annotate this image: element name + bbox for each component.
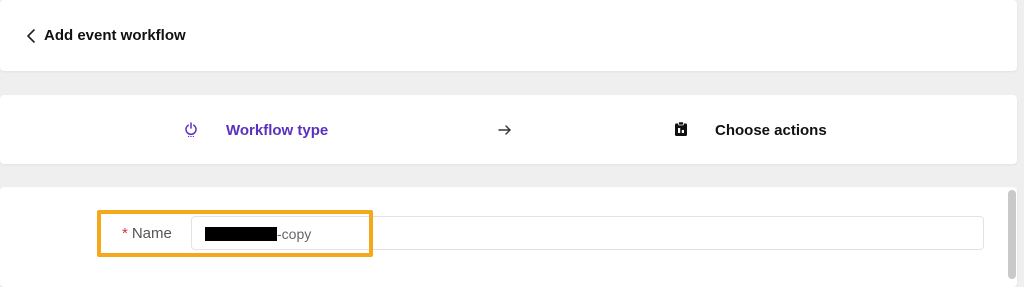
required-marker: * bbox=[122, 225, 128, 242]
clipboard-icon bbox=[673, 120, 689, 138]
name-label-text: Name bbox=[131, 225, 172, 242]
name-field-label: * Name bbox=[122, 225, 172, 243]
redacted-value bbox=[205, 227, 277, 241]
step-workflow-type[interactable]: Workflow type bbox=[226, 121, 328, 141]
back-button[interactable] bbox=[22, 25, 40, 47]
name-value-suffix: -copy bbox=[277, 226, 312, 242]
chevron-left-icon bbox=[27, 29, 35, 43]
step-choose-actions[interactable]: Choose actions bbox=[715, 121, 827, 141]
workflow-steps: Workflow type Choose actions bbox=[0, 95, 1017, 164]
page-title: Add event workflow bbox=[44, 27, 186, 44]
header-bar: Add event workflow bbox=[0, 0, 1017, 71]
scrollbar[interactable] bbox=[1008, 190, 1016, 279]
arrow-right-icon bbox=[497, 122, 513, 138]
power-icon bbox=[183, 121, 199, 139]
